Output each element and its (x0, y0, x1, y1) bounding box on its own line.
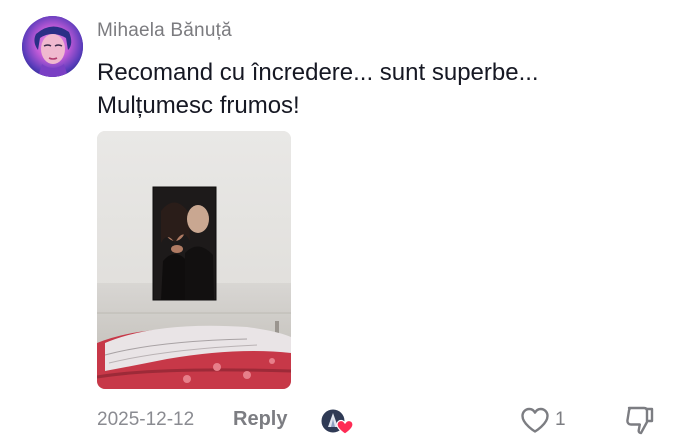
avatar[interactable] (22, 16, 83, 77)
reply-button[interactable]: Reply (233, 408, 287, 431)
comment-date: 2025-12-12 (97, 409, 195, 430)
comment-text: Recomand cu încredere... sunt superbe...… (97, 56, 657, 122)
creator-liked-badge-icon (320, 407, 354, 437)
comment-text-line: Mulțumesc frumos! (97, 92, 300, 119)
like-heart-icon[interactable] (520, 406, 550, 434)
comment-text-line: Recomand cu încredere... sunt superbe... (97, 59, 539, 86)
thumbs-down-icon[interactable] (623, 404, 655, 436)
comment-photo[interactable] (97, 131, 291, 389)
like-count: 1 (555, 409, 566, 430)
comment-username[interactable]: Mihaela Bănuță (97, 20, 232, 42)
